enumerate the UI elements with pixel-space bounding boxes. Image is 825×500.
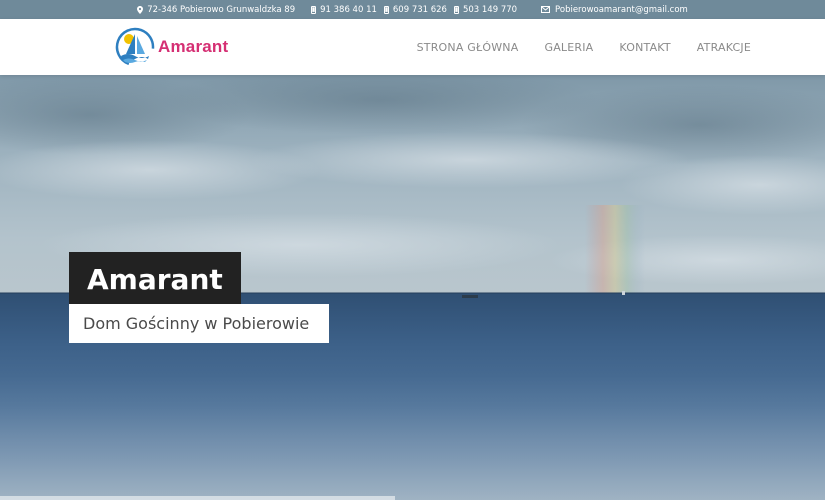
mobile-phone-icon <box>383 5 389 14</box>
mobile-phone-icon <box>311 5 317 14</box>
hero-banner: Amarant Dom Gościnny w Pobierowie <box>0 75 825 500</box>
brand-logo[interactable]: Amarant <box>115 27 228 67</box>
nav-item-gallery[interactable]: GALERIA <box>544 41 593 54</box>
hero-subtitle: Dom Gościnny w Pobierowie <box>69 304 329 343</box>
hero-title: Amarant <box>69 252 241 304</box>
brand-name: Amarant <box>158 37 229 56</box>
sailboat-logo-icon <box>115 27 155 67</box>
nav-item-contact[interactable]: KONTAKT <box>619 41 670 54</box>
main-nav: STRONA GŁÓWNA GALERIA KONTAKT ATRAKCJE <box>391 19 751 75</box>
slider-progress-bar <box>0 496 395 500</box>
mobile-phone-icon <box>453 5 459 14</box>
nav-item-home[interactable]: STRONA GŁÓWNA <box>417 41 519 54</box>
email-text[interactable]: Pobierowoamarant@gmail.com <box>555 5 688 15</box>
phone-text-3[interactable]: 503 149 770 <box>463 5 517 15</box>
envelope-icon <box>541 6 551 13</box>
nav-item-attractions[interactable]: ATRAKCJE <box>697 41 751 54</box>
phone-item-3[interactable]: 503 149 770 <box>453 5 517 15</box>
address-text: 72-346 Pobierowo Grunwaldzka 89 <box>147 4 296 15</box>
map-marker-icon <box>137 5 144 14</box>
top-info-bar: 72-346 Pobierowo Grunwaldzka 89 91 386 4… <box>0 0 825 19</box>
address-item: 72-346 Pobierowo Grunwaldzka 89 <box>137 5 295 15</box>
main-navbar: Amarant STRONA GŁÓWNA GALERIA KONTAKT AT… <box>0 19 825 75</box>
email-item[interactable]: Pobierowoamarant@gmail.com <box>541 5 688 15</box>
phone-item-1[interactable]: 91 386 40 11 <box>311 5 377 15</box>
phone-item-2[interactable]: 609 731 626 <box>383 5 447 15</box>
phone-text-1[interactable]: 91 386 40 11 <box>320 5 377 15</box>
phone-text-2[interactable]: 609 731 626 <box>393 5 447 15</box>
